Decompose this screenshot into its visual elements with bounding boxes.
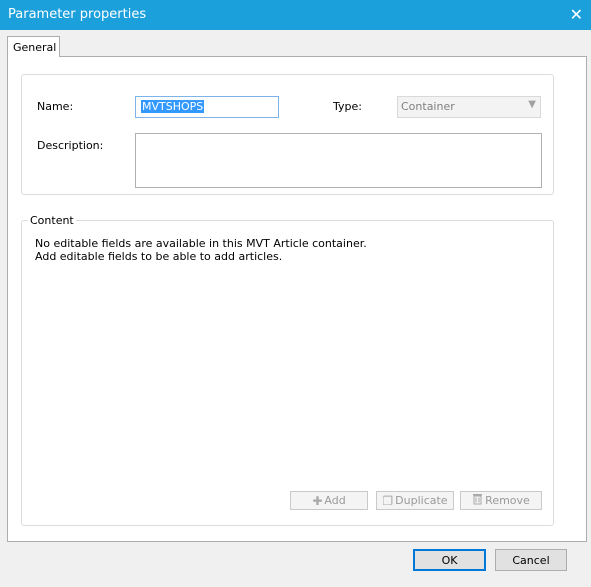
chevron-down-icon: ▼ [528, 99, 536, 110]
type-label: Type: [333, 100, 362, 113]
tab-general[interactable]: General [7, 36, 60, 57]
description-field[interactable] [135, 133, 542, 188]
general-group: Name: MVTSHOPS Type: Container ▼ Descrip… [21, 74, 554, 195]
ok-button[interactable]: OK [413, 549, 486, 571]
type-select[interactable]: Container ▼ [397, 96, 541, 118]
add-button-label: Add [324, 494, 346, 507]
duplicate-button-label: Duplicate [395, 494, 448, 507]
general-tab-panel: Name: MVTSHOPS Type: Container ▼ Descrip… [7, 56, 587, 542]
cancel-button[interactable]: Cancel [495, 549, 567, 571]
close-icon[interactable]: ✕ [570, 5, 583, 24]
trash-icon [472, 493, 483, 508]
content-message-line-1: No editable fields are available in this… [35, 237, 367, 250]
remove-button[interactable]: Remove [460, 491, 542, 510]
name-field[interactable]: MVTSHOPS [135, 96, 279, 118]
title-bar: Parameter properties ✕ [0, 0, 591, 30]
duplicate-button[interactable]: ❐ Duplicate [376, 491, 454, 510]
add-button[interactable]: ✚ Add [290, 491, 368, 510]
type-select-value: Container [401, 100, 455, 113]
content-message-line-2: Add editable fields to be able to add ar… [35, 250, 283, 263]
plus-icon: ✚ [312, 493, 323, 508]
content-legend: Content [28, 214, 76, 227]
name-field-value: MVTSHOPS [141, 100, 205, 113]
window-title: Parameter properties [8, 7, 147, 22]
name-label: Name: [37, 100, 74, 113]
remove-button-label: Remove [485, 494, 530, 507]
content-group: Content No editable fields are available… [21, 214, 554, 526]
duplicate-icon: ❐ [382, 493, 394, 508]
tab-general-label: General [13, 41, 57, 54]
content-message: No editable fields are available in this… [35, 237, 367, 263]
description-label: Description: [37, 139, 104, 152]
